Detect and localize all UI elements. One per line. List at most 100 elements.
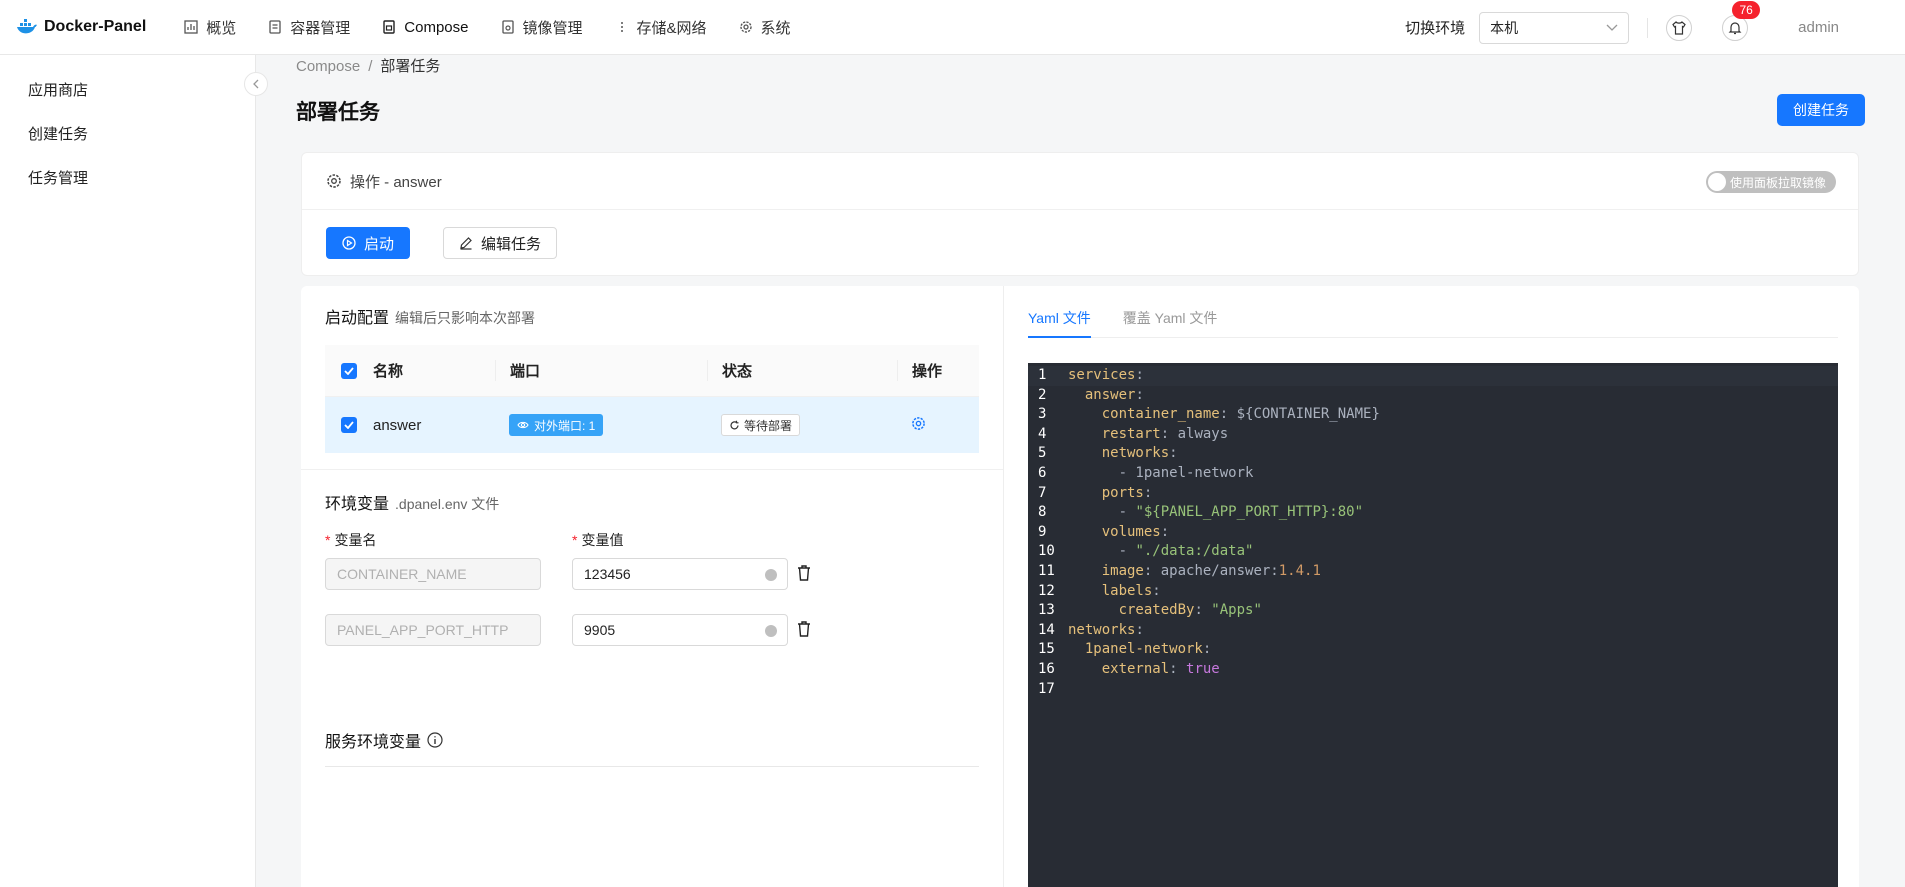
code-token: createdBy bbox=[1118, 602, 1195, 619]
column-header-port: 端口 bbox=[495, 360, 707, 381]
line-number: 15 bbox=[1038, 641, 1055, 658]
service-env-heading: 服务环境变量 bbox=[325, 728, 443, 752]
var-value-field[interactable]: 9905 bbox=[572, 614, 788, 646]
info-icon[interactable] bbox=[427, 732, 443, 748]
check-icon bbox=[344, 366, 354, 375]
code-token: : bbox=[1169, 660, 1187, 677]
delete-icon[interactable] bbox=[797, 621, 811, 637]
table-row[interactable]: answer 对外端口: 1 等待部署 bbox=[325, 397, 979, 453]
create-task-button[interactable]: 创建任务 bbox=[1777, 94, 1865, 126]
row-checkbox[interactable] bbox=[341, 417, 357, 433]
code-line: 8 - "${PANEL_APP_PORT_HTTP}:80" bbox=[1028, 503, 1838, 523]
service-table: 名称 端口 状态 操作 answer 对外端口: 1 等待部署 bbox=[325, 345, 979, 453]
code-line: 9 volumes: bbox=[1028, 523, 1838, 543]
notification-button[interactable]: 76 bbox=[1722, 0, 1761, 41]
select-all-checkbox[interactable] bbox=[341, 362, 357, 379]
status-badge: 等待部署 bbox=[721, 414, 801, 436]
shirt-icon bbox=[1672, 20, 1686, 35]
code-token: - bbox=[1068, 543, 1136, 560]
pull-image-toggle[interactable]: 使用面板拉取镜像 bbox=[1706, 171, 1836, 193]
env-select[interactable]: 本机 bbox=[1479, 11, 1630, 44]
tab-yaml-file[interactable]: Yaml 文件 bbox=[1028, 308, 1091, 338]
code-token: : bbox=[1152, 582, 1161, 599]
line-number: 2 bbox=[1038, 386, 1047, 403]
line-number: 3 bbox=[1038, 406, 1047, 423]
toggle-knob bbox=[1708, 173, 1726, 191]
line-number: 7 bbox=[1038, 484, 1047, 501]
clear-icon[interactable] bbox=[765, 569, 777, 581]
column-header-status: 状态 bbox=[707, 360, 897, 381]
pull-image-toggle-label: 使用面板拉取镜像 bbox=[1730, 175, 1827, 190]
nav-item-overview[interactable]: 概览 bbox=[168, 0, 252, 55]
code-token: "${PANEL_APP_PORT_HTTP}:80" bbox=[1135, 504, 1364, 521]
task-operation-card: 操作 - answer 使用面板拉取镜像 启动 编辑任务 bbox=[301, 152, 1859, 276]
code-token: : bbox=[1202, 641, 1212, 658]
compose-icon bbox=[383, 20, 395, 34]
var-name-field[interactable]: PANEL_APP_PORT_HTTP bbox=[325, 614, 541, 646]
sync-icon bbox=[730, 420, 739, 429]
var-name-label: * 变量名 bbox=[325, 532, 377, 548]
nav-item-system[interactable]: 系统 bbox=[723, 0, 807, 55]
var-name-field[interactable]: CONTAINER_NAME bbox=[325, 558, 541, 590]
delete-icon[interactable] bbox=[797, 565, 811, 581]
var-value-field[interactable]: 123456 bbox=[572, 558, 788, 590]
edit-task-button[interactable]: 编辑任务 bbox=[443, 227, 558, 259]
code-line: 6 - 1panel-network bbox=[1028, 464, 1838, 484]
breadcrumb-root[interactable]: Compose bbox=[296, 58, 360, 75]
line-number: 12 bbox=[1038, 582, 1055, 599]
yaml-panel: Yaml 文件 覆盖 Yaml 文件 1 services: 2 answer: 3 … bbox=[1003, 286, 1859, 887]
container-icon bbox=[269, 20, 281, 34]
startup-config-title: 启动配置 bbox=[325, 310, 390, 327]
nav-item-label: 容器管理 bbox=[290, 19, 351, 37]
sidebar-item-app-store[interactable]: 应用商店 bbox=[0, 69, 255, 113]
settings-icon[interactable] bbox=[911, 416, 926, 431]
code-token: networks bbox=[1101, 445, 1170, 462]
startup-config-subtitle: 编辑后只影响本次部署 bbox=[395, 310, 536, 326]
table-header: 名称 端口 状态 操作 bbox=[325, 345, 979, 397]
nav-item-label: 概览 bbox=[206, 19, 237, 37]
top-navbar: Docker-Panel 概览 容器管理 Compose 镜像管理 存储&网络 … bbox=[0, 0, 1905, 55]
code-text: - "${PANEL_APP_PORT_HTTP}:80" bbox=[1068, 503, 1363, 523]
nav-item-storage-network[interactable]: 存储&网络 bbox=[599, 0, 723, 55]
line-number: 1 bbox=[1038, 367, 1047, 383]
sidebar-item-create-task[interactable]: 创建任务 bbox=[0, 113, 255, 157]
code-token: : bbox=[1143, 484, 1153, 501]
code-line: 17 bbox=[1028, 680, 1838, 700]
code-line: 4 restart: always bbox=[1028, 425, 1838, 445]
config-panel: 启动配置 编辑后只影响本次部署 名称 端口 状态 操作 answer 对外端口:… bbox=[301, 286, 1003, 887]
code-token: services bbox=[1068, 367, 1136, 383]
code-text: ports: bbox=[1068, 484, 1153, 504]
nav-item-images[interactable]: 镜像管理 bbox=[485, 0, 599, 55]
code-line: 5 networks: bbox=[1028, 444, 1838, 464]
chevron-down-icon bbox=[1606, 24, 1618, 31]
code-token: "./data:/data" bbox=[1135, 543, 1254, 560]
chevron-left-icon bbox=[253, 79, 259, 89]
code-token: ports bbox=[1101, 484, 1144, 501]
clear-icon[interactable] bbox=[765, 625, 777, 637]
brand[interactable]: Docker-Panel bbox=[16, 0, 146, 55]
brand-name: Docker-Panel bbox=[44, 18, 147, 35]
eye-icon bbox=[517, 421, 529, 429]
user-menu[interactable]: admin bbox=[1798, 19, 1839, 36]
sidebar-collapse-button[interactable] bbox=[244, 72, 268, 96]
code-line: 16 external: true bbox=[1028, 660, 1838, 680]
nav-item-label: Compose bbox=[404, 18, 469, 36]
code-text: answer: bbox=[1068, 386, 1144, 406]
breadcrumb: Compose / 部署任务 bbox=[296, 55, 440, 76]
port-cell: 对外端口: 1 bbox=[495, 414, 707, 436]
yaml-editor[interactable]: 1 services: 2 answer: 3 container_name: ${C… bbox=[1028, 363, 1838, 887]
sidebar-item-task-management[interactable]: 任务管理 bbox=[0, 157, 255, 201]
port-tag[interactable]: 对外端口: 1 bbox=[509, 414, 604, 436]
theme-button[interactable] bbox=[1666, 14, 1693, 41]
nav-item-containers[interactable]: 容器管理 bbox=[252, 0, 366, 55]
tab-override-yaml-file[interactable]: 覆盖 Yaml 文件 bbox=[1123, 308, 1218, 338]
nav-item-compose[interactable]: Compose bbox=[366, 0, 484, 55]
divider bbox=[1647, 17, 1649, 38]
line-number: 11 bbox=[1038, 562, 1055, 579]
start-button[interactable]: 启动 bbox=[326, 227, 411, 259]
code-token: : bbox=[1135, 621, 1144, 638]
